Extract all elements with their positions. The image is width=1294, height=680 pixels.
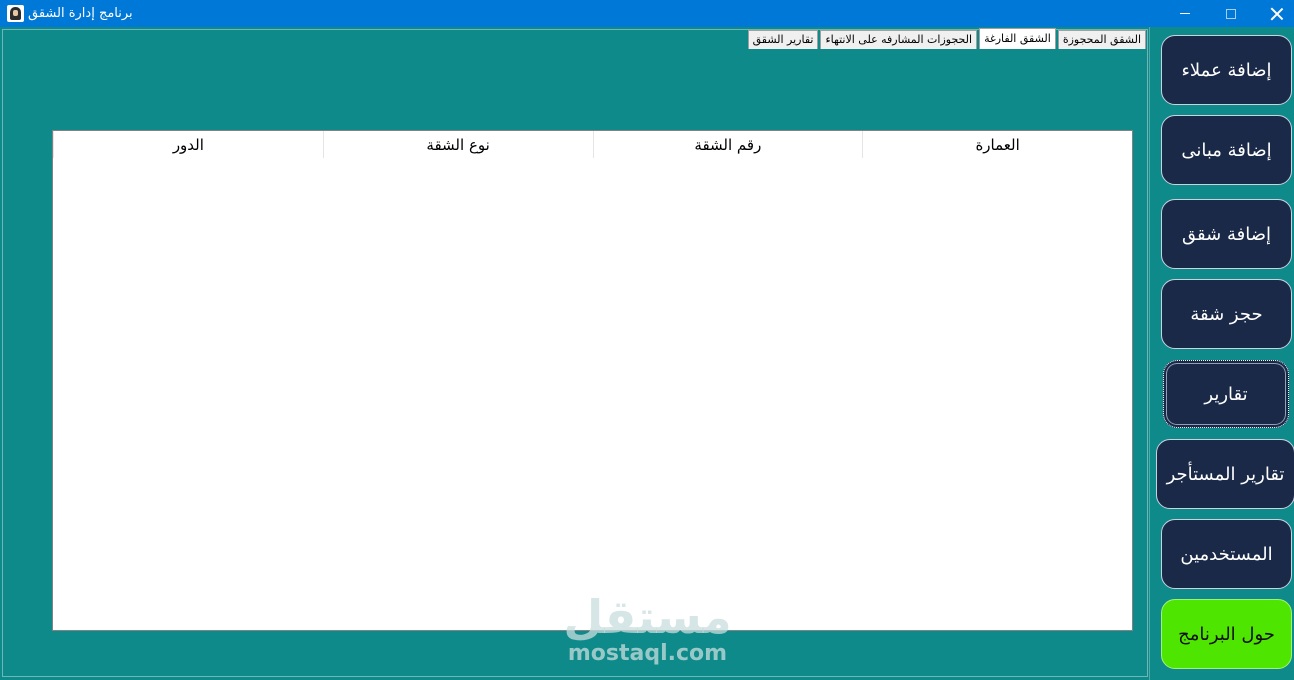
tab-booked-apartments[interactable]: الشقق المحجوزة bbox=[1057, 30, 1146, 49]
window-title: برنامج إدارة الشقق bbox=[28, 6, 133, 21]
book-apartment-button[interactable]: حجز شقة bbox=[1161, 279, 1292, 349]
add-clients-button[interactable]: إضافة عملاء bbox=[1161, 35, 1292, 105]
tab-expiring-bookings[interactable]: الحجوزات المشارفه على الانتهاء bbox=[820, 30, 978, 49]
users-button[interactable]: المستخدمين bbox=[1161, 519, 1292, 589]
sidebar: إضافة عملاء إضافة مبانى إضافة شقق حجز شق… bbox=[1149, 27, 1294, 680]
tenant-reports-button[interactable]: تقارير المستأجر bbox=[1156, 439, 1294, 509]
column-header-floor[interactable]: الدور bbox=[53, 131, 323, 158]
title-bar: برنامج إدارة الشقق bbox=[0, 0, 1294, 27]
add-buildings-button[interactable]: إضافة مبانى bbox=[1161, 115, 1292, 185]
tab-vacant-apartments[interactable]: الشقق الفارغة bbox=[979, 28, 1056, 49]
column-header-building[interactable]: العمارة bbox=[862, 131, 1132, 158]
main-window: الشقق المحجوزة الشقق الفارغة الحجوزات ال… bbox=[0, 27, 1294, 680]
close-icon bbox=[1271, 8, 1283, 20]
tab-strip: الشقق المحجوزة الشقق الفارغة الحجوزات ال… bbox=[746, 28, 1146, 49]
maximize-icon bbox=[1226, 8, 1236, 19]
grid-header: العمارة رقم الشقة نوع الشقة الدور bbox=[53, 131, 1132, 158]
about-button[interactable]: حول البرنامج bbox=[1161, 599, 1292, 669]
add-apartments-button[interactable]: إضافة شقق bbox=[1161, 199, 1292, 269]
tab-apartment-reports[interactable]: تقارير الشقق bbox=[747, 30, 819, 49]
reports-button[interactable]: تقارير bbox=[1163, 360, 1289, 428]
minimize-button[interactable] bbox=[1162, 0, 1208, 27]
column-header-apartment-type[interactable]: نوع الشقة bbox=[322, 131, 593, 158]
apartments-grid[interactable]: العمارة رقم الشقة نوع الشقة الدور bbox=[52, 130, 1133, 631]
maximize-button[interactable] bbox=[1208, 0, 1254, 27]
minimize-icon bbox=[1180, 13, 1190, 14]
close-button[interactable] bbox=[1254, 0, 1294, 27]
column-header-apartment-number[interactable]: رقم الشقة bbox=[592, 131, 863, 158]
app-icon bbox=[7, 5, 24, 22]
